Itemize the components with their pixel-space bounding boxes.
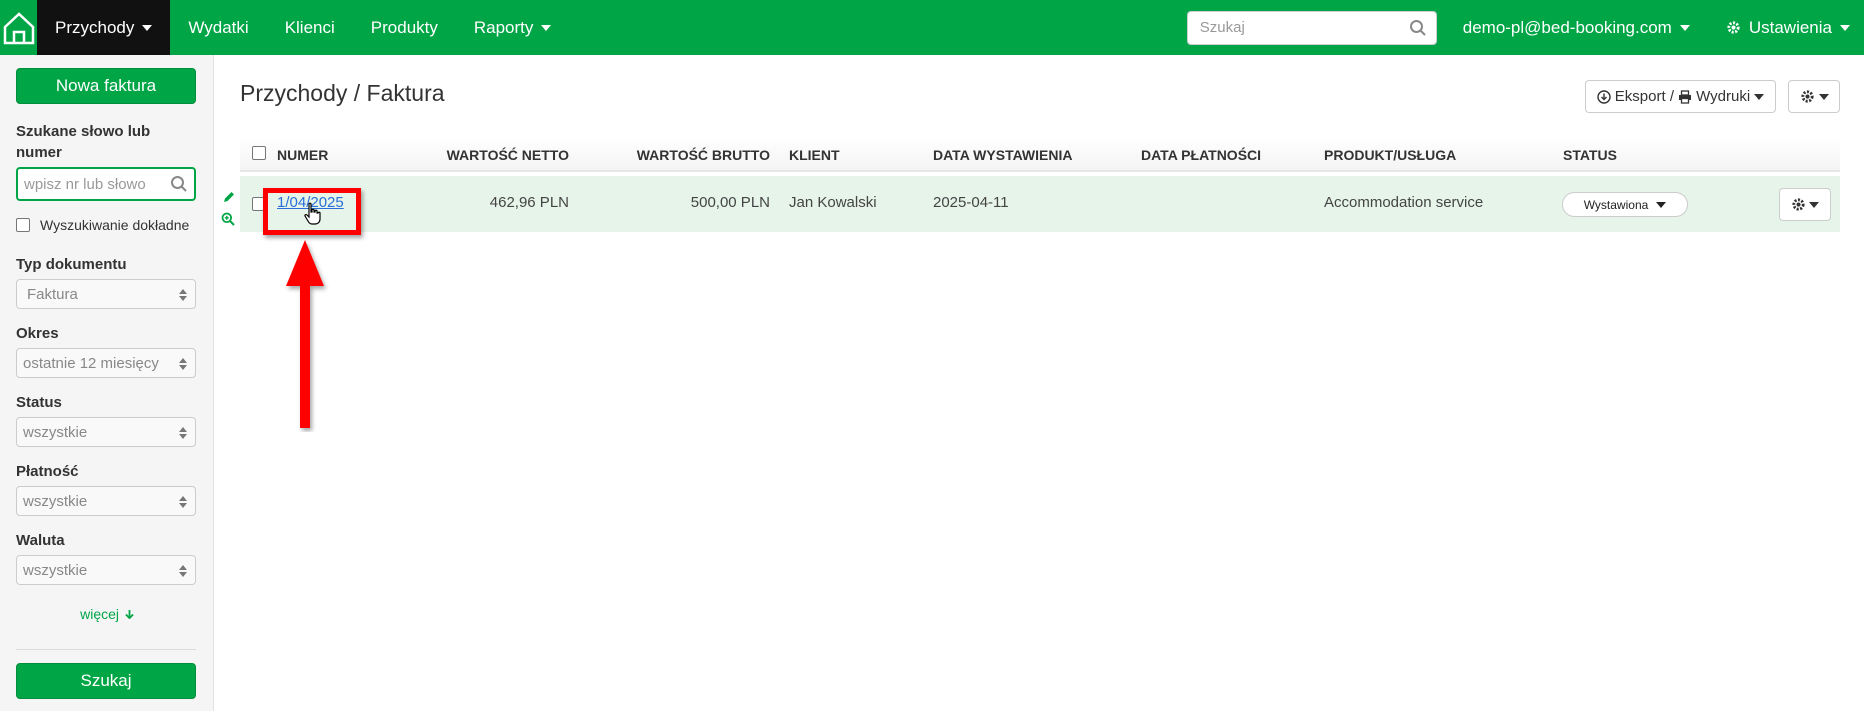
search-button[interactable]: Szukaj [16,663,196,699]
top-search [1186,10,1437,45]
gear-icon [1727,21,1740,34]
nav-raporty[interactable]: Raporty [456,0,570,55]
search-term-input[interactable] [18,169,194,199]
more-filters-link[interactable]: więcej [0,606,214,622]
hand-cursor-icon [304,202,321,225]
filter-label-document-type: Typ dokumentu [16,256,127,273]
header-net[interactable]: WARTOŚĆ NETTO [400,147,569,163]
currency-select[interactable]: wszystkie [16,555,196,585]
filter-label-status: Status [16,394,62,411]
issue-date: 2025-04-11 [933,194,1009,211]
edit-pencil-icon[interactable] [222,190,236,204]
home-button[interactable] [0,0,37,55]
select-arrows-icon [179,358,187,370]
header-number[interactable]: NUMER [277,147,328,163]
new-invoice-button[interactable]: Nowa faktura [16,68,196,104]
status-label: Wystawiona [1583,197,1649,212]
select-all-checkbox[interactable] [252,146,266,160]
document-type-select[interactable]: Faktura [16,279,196,309]
status-value: wszystkie [23,423,88,441]
nav-klienci[interactable]: Klienci [267,0,353,55]
page-title: Przychody / Faktura [240,80,445,106]
currency-value: wszystkie [23,561,88,579]
chevron-down-icon [1818,93,1829,100]
nav-wydatki-label: Wydatki [188,17,249,37]
header-gross[interactable]: WARTOŚĆ BRUTTO [580,147,770,163]
search-term-field [16,167,196,201]
net-value: 462,96 PLN [489,194,569,211]
filter-label-period: Okres [16,325,59,342]
settings-menu[interactable]: Ustawienia [1708,0,1864,55]
search-icon[interactable] [1409,19,1427,37]
status-select[interactable]: wszystkie [16,417,196,447]
gear-icon [1792,198,1805,211]
chevron-down-icon [1840,24,1850,31]
more-filters-label: więcej [80,606,119,622]
select-arrows-icon [179,565,187,577]
chevron-down-icon [1656,201,1667,208]
page-settings-button[interactable] [1788,80,1840,113]
home-icon [3,11,34,44]
top-search-input[interactable] [1186,10,1437,45]
red-arrow-icon [286,240,324,428]
filter-sidebar: Nowa faktura Szukane słowo lub numer Wys… [0,55,214,711]
chevron-down-icon [1754,93,1765,100]
payment-select[interactable]: wszystkie [16,486,196,516]
user-email: demo-pl@bed-booking.com [1462,17,1672,37]
download-icon [1597,89,1611,104]
search-icon[interactable] [170,175,188,193]
chevron-down-icon [142,24,153,31]
nav-przychody[interactable]: Przychody [37,0,171,55]
exact-search-option[interactable]: Wyszukiwanie dokładne [16,217,189,233]
print-label: Wydruki [1696,88,1751,105]
exact-search-checkbox[interactable] [16,218,30,232]
new-invoice-label: Nowa faktura [55,76,157,95]
select-arrows-icon [179,496,187,508]
header-status[interactable]: STATUS [1563,147,1617,163]
chevron-down-icon [1679,24,1690,31]
filter-label-currency: Waluta [16,532,65,549]
nav-raporty-label: Raporty [473,17,534,37]
chevron-down-icon [1809,201,1819,208]
document-type-value: Faktura [27,285,78,303]
product-service: Accommodation service [1324,194,1484,211]
arrow-down-icon [125,610,134,620]
nav-wydatki[interactable]: Wydatki [170,0,266,55]
zoom-in-icon[interactable] [221,212,235,226]
table-row[interactable]: 1/04/2025 462,96 PLN 500,00 PLN Jan Kowa… [240,176,1840,232]
export-label: Eksport / [1614,88,1679,105]
settings-label: Ustawienia [1748,17,1832,37]
search-term-label: Szukane słowo lub numer [16,123,151,161]
select-arrows-icon [179,289,187,301]
nav-produkty-label: Produkty [370,17,438,37]
nav-klienci-label: Klienci [284,17,335,37]
printer-icon [1679,89,1692,104]
header-payment-date[interactable]: DATA PŁATNOŚCI [1141,147,1261,163]
header-product[interactable]: PRODUKT/USŁUGA [1324,147,1456,163]
header-issue-date[interactable]: DATA WYSTAWIENIA [933,147,1072,163]
nav-produkty[interactable]: Produkty [353,0,456,55]
client-name: Jan Kowalski [789,194,877,211]
payment-value: wszystkie [23,492,88,510]
period-select[interactable]: ostatnie 12 miesięcy [16,348,196,378]
nav-przychody-label: Przychody [55,17,135,37]
exact-search-label: Wyszukiwanie dokładne [40,217,190,233]
chevron-down-icon [541,24,552,31]
sidebar-divider [16,649,196,650]
status-dropdown[interactable]: Wystawiona [1562,192,1688,217]
filter-label-payment: Płatność [16,463,79,480]
export-print-button[interactable]: Eksport / Wydruki [1585,80,1776,113]
search-button-label: Szukaj [80,671,132,690]
select-arrows-icon [179,427,187,439]
user-menu[interactable]: demo-pl@bed-booking.com [1445,0,1708,55]
gross-value: 500,00 PLN [690,194,770,211]
top-navbar: Przychody Wydatki Klienci Produkty Rapor… [0,0,1864,55]
row-actions-button[interactable] [1779,188,1831,221]
gear-icon [1800,90,1814,103]
table-header: NUMER WARTOŚĆ NETTO WARTOŚĆ BRUTTO KLIEN… [240,136,1840,172]
header-client[interactable]: KLIENT [789,147,840,163]
period-value: ostatnie 12 miesięcy [23,354,159,372]
